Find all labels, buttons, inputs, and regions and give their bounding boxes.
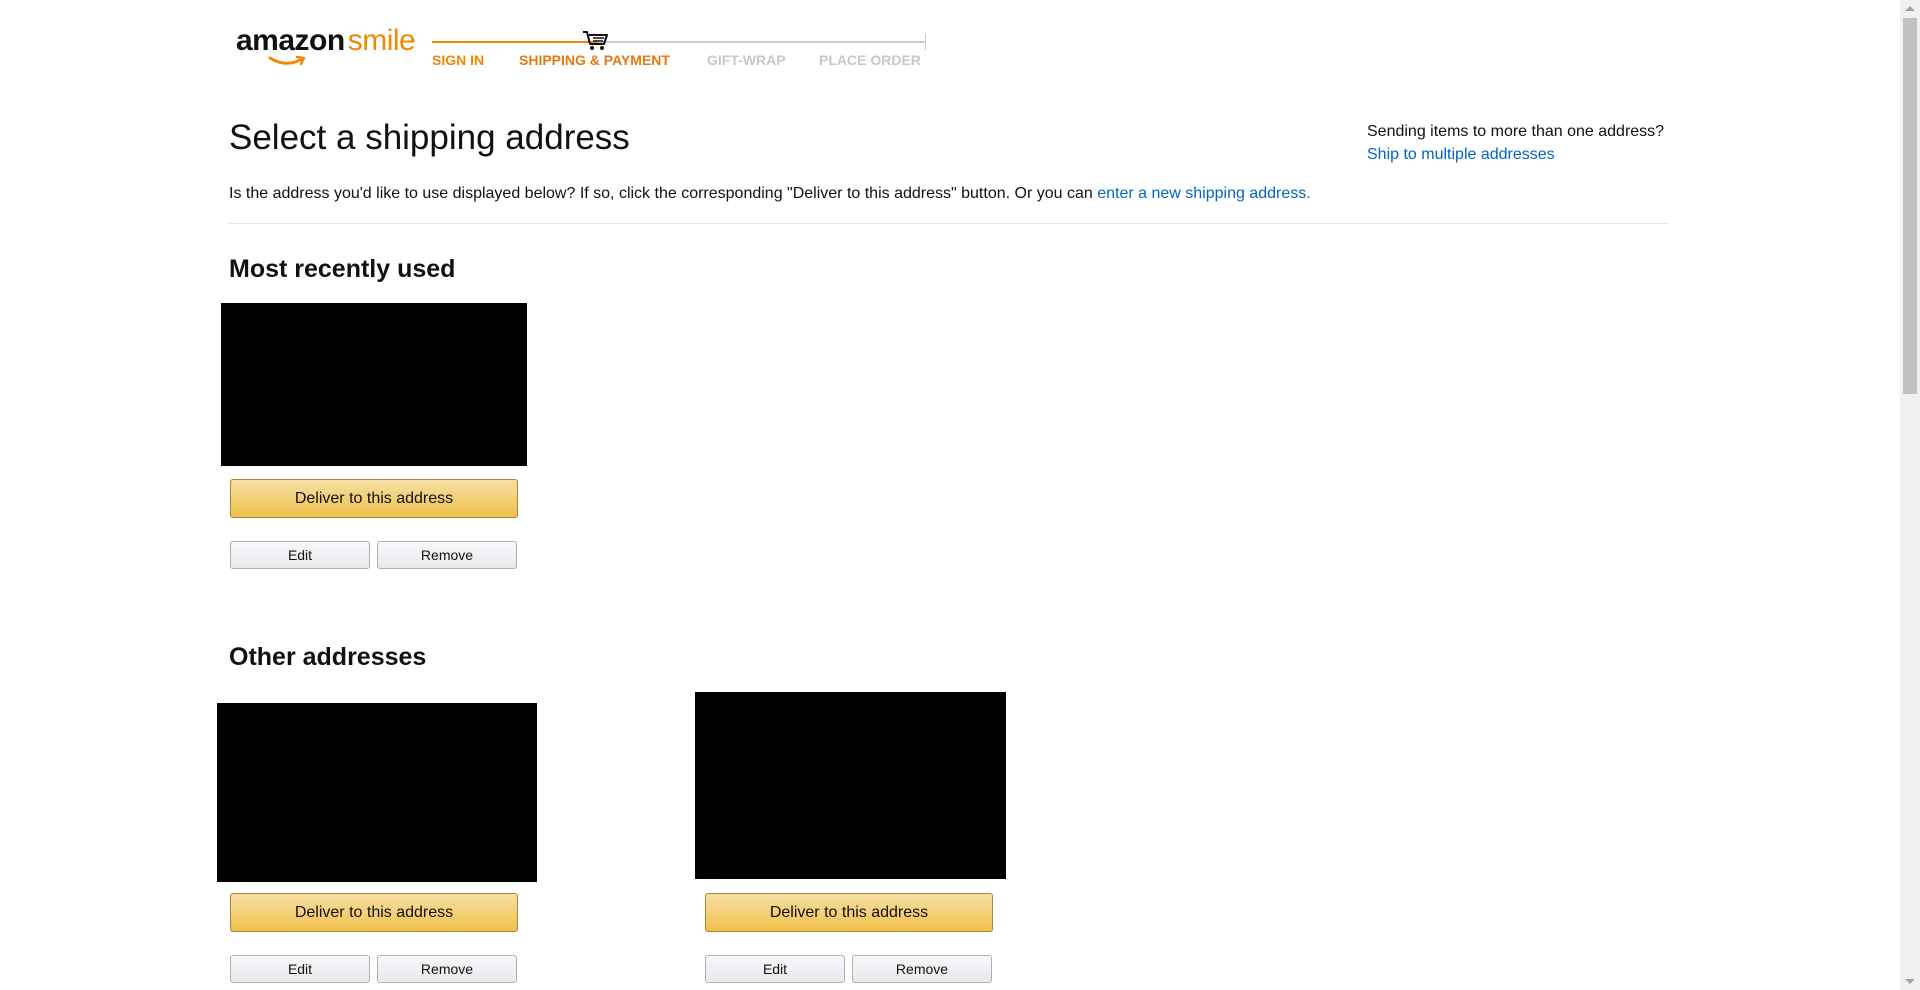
edit-button[interactable]: Edit: [230, 955, 370, 983]
new-address-link[interactable]: enter a new shipping address.: [1097, 185, 1310, 202]
logo-smile-text: smile: [347, 24, 416, 57]
most-recent-heading: Most recently used: [229, 255, 456, 283]
deliver-button[interactable]: Deliver to this address: [230, 479, 518, 518]
logo-wordmark: amazon smile: [236, 24, 416, 58]
remove-button[interactable]: Remove: [377, 955, 517, 983]
scrollbar-thumb[interactable]: [1903, 18, 1917, 394]
intro-text: Is the address you'd like to use display…: [229, 185, 1311, 203]
edit-button[interactable]: Edit: [230, 541, 370, 569]
scroll-down-icon[interactable]: [1905, 979, 1915, 984]
checkout-progress: SIGN IN SHIPPING & PAYMENT GIFT-WRAP PLA…: [432, 30, 926, 70]
smile-arrow-icon: [268, 55, 306, 66]
edit-button[interactable]: Edit: [705, 955, 845, 983]
redacted-address: [217, 703, 537, 882]
step-gift-wrap: GIFT-WRAP: [707, 52, 786, 68]
amazon-smile-logo[interactable]: amazon smile: [234, 22, 416, 66]
progress-end-tick: [925, 34, 926, 50]
multiple-addresses-question: Sending items to more than one address?: [1367, 123, 1665, 140]
intro-sentence: Is the address you'd like to use display…: [229, 185, 1098, 202]
cart-icon: [583, 31, 608, 50]
redacted-address: [695, 692, 1006, 879]
multiple-addresses-box: Sending items to more than one address? …: [1367, 120, 1664, 166]
ship-to-multiple-link[interactable]: Ship to multiple addresses: [1367, 146, 1555, 163]
scroll-up-icon[interactable]: [1905, 6, 1915, 11]
step-shipping-payment: SHIPPING & PAYMENT: [519, 52, 670, 68]
remove-button[interactable]: Remove: [852, 955, 992, 983]
deliver-button[interactable]: Deliver to this address: [230, 893, 518, 932]
progress-track-complete: [432, 41, 597, 43]
other-addresses-heading: Other addresses: [229, 643, 427, 671]
vertical-scrollbar[interactable]: [1900, 0, 1920, 990]
logo-amazon-text: amazon: [236, 24, 345, 57]
deliver-button[interactable]: Deliver to this address: [705, 893, 993, 932]
redacted-address: [221, 303, 527, 466]
page-title: Select a shipping address: [229, 118, 630, 157]
step-sign-in[interactable]: SIGN IN: [432, 52, 484, 68]
section-divider: [229, 223, 1669, 224]
remove-button[interactable]: Remove: [377, 541, 517, 569]
step-place-order: PLACE ORDER: [819, 52, 921, 68]
